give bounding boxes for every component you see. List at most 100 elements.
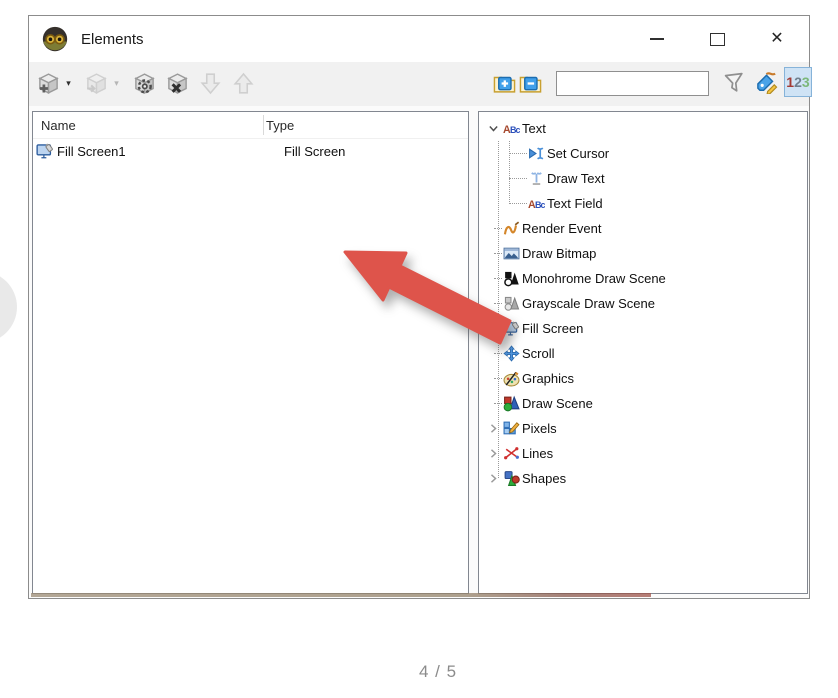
window-title: Elements [81, 31, 144, 48]
shapes-icon [503, 470, 520, 487]
chevron-right-icon[interactable] [484, 421, 502, 437]
tree-item-grayscale-draw-scene[interactable]: Grayscale Draw Scene [479, 291, 807, 316]
element-type: Fill Screen [278, 144, 345, 159]
scroll-icon [503, 345, 520, 362]
tree-item-label: Render Event [522, 221, 602, 236]
tree-guide-stub [494, 253, 502, 254]
move-up-button[interactable] [230, 68, 257, 98]
palette-tree: ABcTextSet Cursor Draw Text ABcText Field R… [479, 112, 807, 491]
add-child-element-button-dropdown[interactable]: ▾ [110, 78, 123, 89]
chevron-right-icon[interactable] [484, 446, 502, 462]
edit-element-button[interactable] [131, 68, 158, 98]
expand-all-button[interactable] [492, 69, 516, 95]
tree-item-draw-text[interactable]: Draw Text [479, 166, 807, 191]
app-owl-icon [42, 26, 68, 52]
collapse-all-button[interactable] [518, 69, 542, 95]
tree-item-text-field[interactable]: ABcText Field [479, 191, 807, 216]
collapse-all-icon [519, 71, 542, 94]
window-controls: ✕ [627, 16, 807, 62]
tree-item-label: Shapes [522, 471, 566, 486]
add-element-button[interactable] [35, 68, 62, 98]
arrow-up-icon [232, 72, 255, 95]
tree-item-fill-screen[interactable]: Fill Screen [479, 316, 807, 341]
tree-guide-stub [509, 203, 527, 204]
minimize-icon [650, 38, 664, 40]
tree-item-text[interactable]: ABcText [479, 116, 807, 141]
elements-window: Elements ✕ ▾▾ 123 [28, 15, 810, 599]
chevron-down-icon[interactable] [484, 121, 502, 137]
filter-button[interactable] [721, 69, 745, 95]
toolbar: ▾▾ 123 [29, 62, 809, 106]
list-body: Fill Screen1Fill Screen [33, 139, 468, 163]
fill-screen-icon [36, 142, 54, 160]
tree-item-monohrome-draw-scene[interactable]: Monohrome Draw Scene [479, 266, 807, 291]
tree-item-scroll[interactable]: Scroll [479, 341, 807, 366]
cube-child-icon [85, 72, 108, 95]
draw-bitmap-icon [503, 245, 520, 262]
grayscale-draw-scene-icon [503, 295, 520, 312]
column-separator[interactable] [263, 115, 264, 135]
tree-item-graphics[interactable]: Graphics [479, 366, 807, 391]
video-artifact-strip [31, 593, 651, 597]
tree-item-draw-scene[interactable]: Draw Scene [479, 391, 807, 416]
tree-guide-stub [494, 303, 502, 304]
draw-text-icon [528, 170, 545, 187]
pixels-icon [503, 420, 520, 437]
close-button[interactable]: ✕ [747, 16, 807, 62]
tree-item-label: Draw Text [547, 171, 605, 186]
list-row[interactable]: Fill Screen1Fill Screen [33, 139, 468, 163]
maximize-icon [710, 33, 725, 46]
numbers-digit: 3 [802, 75, 810, 89]
tree-item-set-cursor[interactable]: Set Cursor [479, 141, 807, 166]
cube-gear-icon [133, 72, 156, 95]
toolbar-left-group: ▾▾ [35, 68, 257, 98]
close-icon: ✕ [770, 31, 783, 47]
add-child-element-button[interactable] [83, 68, 110, 98]
slide-canvas: Elements ✕ ▾▾ 123 [0, 0, 838, 698]
element-name: Fill Screen1 [57, 144, 278, 159]
chevron-right-icon[interactable] [484, 471, 502, 487]
numbers-toggle-button[interactable]: 123 [784, 67, 812, 97]
delete-element-button[interactable] [164, 68, 191, 98]
funnel-icon [722, 71, 745, 94]
lines-icon [503, 445, 520, 462]
render-event-icon [503, 220, 520, 237]
tree-item-label: Scroll [522, 346, 555, 361]
tree-item-lines[interactable]: Lines [479, 441, 807, 466]
tree-item-draw-bitmap[interactable]: Draw Bitmap [479, 241, 807, 266]
add-element-button-dropdown[interactable]: ▾ [62, 78, 75, 89]
tree-item-pixels[interactable]: Pixels [479, 416, 807, 441]
tree-item-label: Monohrome Draw Scene [522, 271, 666, 286]
tree-guide-stub [494, 228, 502, 229]
move-down-button[interactable] [197, 68, 224, 98]
search-input[interactable] [556, 71, 709, 96]
set-cursor-icon [528, 145, 545, 162]
tag-edit-button[interactable] [754, 69, 778, 95]
title-bar[interactable]: Elements ✕ [29, 16, 809, 62]
tree-item-label: Fill Screen [522, 321, 583, 336]
text-field-icon: ABc [528, 195, 545, 212]
tree-guide-stub [494, 378, 502, 379]
tree-item-label: Graphics [522, 371, 574, 386]
tree-item-label: Draw Scene [522, 396, 593, 411]
column-header-name[interactable]: Name [33, 118, 260, 133]
column-header-type[interactable]: Type [260, 118, 294, 133]
numbers-digit: 2 [794, 75, 802, 89]
minimize-button[interactable] [627, 16, 687, 62]
tree-item-shapes[interactable]: Shapes [479, 466, 807, 491]
maximize-button[interactable] [687, 16, 747, 62]
palette-tree-panel: ABcTextSet Cursor Draw Text ABcText Field R… [478, 111, 808, 594]
tree-guide-stub [494, 353, 502, 354]
prev-slide-button[interactable] [0, 271, 17, 343]
tree-guide-stub [509, 178, 527, 179]
tree-guide-stub [494, 278, 502, 279]
tag-edit-icon [755, 71, 778, 94]
svg-text:c: c [541, 200, 545, 210]
expand-all-icon [493, 71, 516, 94]
tree-guide-stub [509, 153, 527, 154]
element-list-panel: Name Type Fill Screen1Fill Screen [32, 111, 469, 594]
list-header: Name Type [33, 112, 468, 139]
page-indicator: 4 / 5 [419, 662, 457, 682]
tree-item-render-event[interactable]: Render Event [479, 216, 807, 241]
cube-delete-icon [166, 72, 189, 95]
